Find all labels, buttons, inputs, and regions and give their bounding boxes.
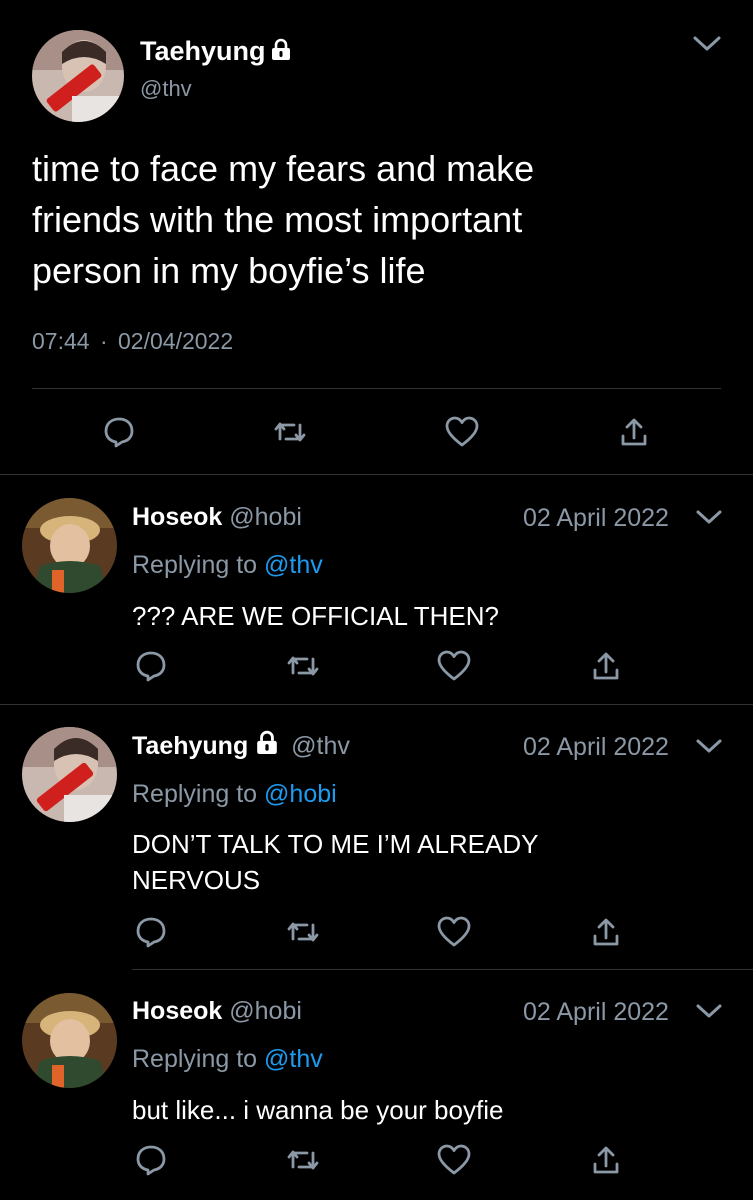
heart-icon bbox=[444, 416, 480, 448]
reply-button[interactable] bbox=[131, 646, 171, 686]
retweet-icon bbox=[285, 651, 321, 681]
replying-to-handle[interactable]: @hobi bbox=[264, 780, 337, 808]
display-name[interactable]: Taehyung bbox=[140, 36, 266, 66]
replying-to: Replying to @hobi bbox=[132, 779, 337, 809]
display-name[interactable]: Hoseok bbox=[132, 997, 222, 1025]
divider bbox=[32, 388, 721, 389]
tweet-separator bbox=[0, 474, 753, 475]
thread-separator bbox=[132, 969, 753, 970]
reply-text: but like... i wanna be your boyfie bbox=[132, 1092, 503, 1128]
reply-text-line: DON’T TALK TO ME I’M ALREADY bbox=[132, 829, 539, 859]
reply-button[interactable] bbox=[131, 912, 171, 952]
share-icon bbox=[591, 1144, 621, 1176]
chevron-down-icon[interactable] bbox=[695, 1003, 723, 1026]
reply-date[interactable]: 02 April 2022 bbox=[523, 503, 669, 533]
replying-to-label: Replying to bbox=[132, 1045, 258, 1073]
chevron-down-icon[interactable] bbox=[695, 738, 723, 761]
author-handle[interactable]: @hobi bbox=[229, 997, 302, 1025]
tweet-time: 07:44 bbox=[32, 328, 90, 354]
reply-text-line: but like... i wanna be your boyfie bbox=[132, 1095, 504, 1125]
tweet-date: 02/04/2022 bbox=[118, 328, 234, 354]
reply-header: Hoseok @hobi bbox=[132, 502, 302, 532]
reply-text: DON’T TALK TO ME I’M ALREADY NERVOUS bbox=[132, 826, 538, 898]
replying-to-label: Replying to bbox=[132, 551, 258, 579]
chevron-down-icon[interactable] bbox=[692, 34, 722, 59]
avatar[interactable] bbox=[22, 727, 117, 822]
replying-to-handle[interactable]: @thv bbox=[264, 551, 323, 579]
share-icon bbox=[619, 416, 649, 448]
lock-icon bbox=[271, 36, 291, 66]
author-name[interactable]: Taehyung bbox=[140, 36, 291, 66]
like-button[interactable] bbox=[434, 1140, 474, 1180]
replying-to: Replying to @thv bbox=[132, 1044, 323, 1074]
tweet-separator bbox=[0, 704, 753, 705]
retweet-button[interactable] bbox=[283, 1140, 323, 1180]
share-icon bbox=[591, 916, 621, 948]
share-button[interactable] bbox=[586, 1140, 626, 1180]
like-button[interactable] bbox=[434, 912, 474, 952]
retweet-button[interactable] bbox=[270, 412, 310, 452]
comment-icon bbox=[134, 1143, 168, 1177]
comment-icon bbox=[134, 649, 168, 683]
display-name[interactable]: Taehyung bbox=[132, 732, 248, 760]
retweet-button[interactable] bbox=[283, 912, 323, 952]
display-name[interactable]: Hoseok bbox=[132, 503, 222, 531]
share-icon bbox=[591, 650, 621, 682]
heart-icon bbox=[436, 1144, 472, 1176]
share-button[interactable] bbox=[586, 912, 626, 952]
share-button[interactable] bbox=[586, 646, 626, 686]
author-handle[interactable]: @thv bbox=[291, 732, 350, 760]
heart-icon bbox=[436, 650, 472, 682]
reply-date[interactable]: 02 April 2022 bbox=[523, 732, 669, 762]
replying-to: Replying to @thv bbox=[132, 550, 323, 580]
replying-to-label: Replying to bbox=[132, 780, 258, 808]
replying-to-handle[interactable]: @thv bbox=[264, 1045, 323, 1073]
tweet-text: time to face my fears and make friends w… bbox=[32, 143, 534, 296]
share-button[interactable] bbox=[614, 412, 654, 452]
reply-text: ??? ARE WE OFFICIAL THEN? bbox=[132, 598, 499, 634]
avatar[interactable] bbox=[32, 30, 124, 122]
reply-header: Taehyung @thv bbox=[132, 730, 350, 761]
reply-header: Hoseok @hobi bbox=[132, 996, 302, 1026]
retweet-icon bbox=[285, 917, 321, 947]
retweet-icon bbox=[285, 1145, 321, 1175]
reply-button[interactable] bbox=[99, 412, 139, 452]
reply-text-line: ??? ARE WE OFFICIAL THEN? bbox=[132, 601, 499, 631]
author-handle[interactable]: @hobi bbox=[229, 503, 302, 531]
tweet-timestamp[interactable]: 07:44 · 02/04/2022 bbox=[32, 328, 233, 355]
avatar[interactable] bbox=[22, 498, 117, 593]
retweet-button[interactable] bbox=[283, 646, 323, 686]
comment-icon bbox=[134, 915, 168, 949]
author-handle[interactable]: @thv bbox=[140, 76, 192, 102]
tweet-text-line: time to face my fears and make bbox=[32, 148, 535, 189]
like-button[interactable] bbox=[442, 412, 482, 452]
retweet-icon bbox=[272, 417, 308, 447]
reply-text-line: NERVOUS bbox=[132, 865, 261, 895]
lock-icon bbox=[256, 730, 278, 761]
like-button[interactable] bbox=[434, 646, 474, 686]
reply-date[interactable]: 02 April 2022 bbox=[523, 997, 669, 1027]
avatar[interactable] bbox=[22, 993, 117, 1088]
reply-button[interactable] bbox=[131, 1140, 171, 1180]
dot-separator: · bbox=[99, 328, 108, 354]
tweet-text-line: friends with the most important bbox=[32, 199, 523, 240]
tweet-text-line: person in my boyfie’s life bbox=[32, 250, 426, 291]
heart-icon bbox=[436, 916, 472, 948]
chevron-down-icon[interactable] bbox=[695, 509, 723, 532]
comment-icon bbox=[102, 415, 136, 449]
